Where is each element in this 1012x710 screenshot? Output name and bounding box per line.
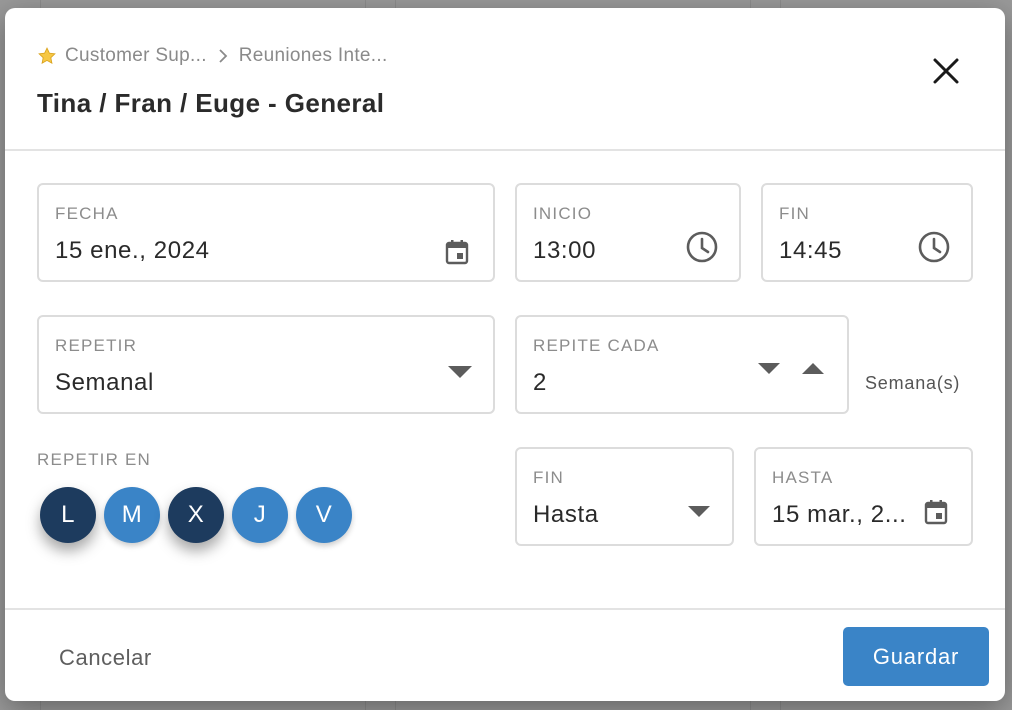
close-icon[interactable] xyxy=(931,56,961,86)
weekday-selector: L M X J V xyxy=(40,487,352,543)
day-toggle-monday[interactable]: L xyxy=(40,487,96,543)
repite-cada-unit: Semana(s) xyxy=(865,373,961,393)
cancel-button[interactable]: Cancelar xyxy=(59,645,152,671)
day-toggle-tuesday[interactable]: M xyxy=(104,487,160,543)
fecha-value[interactable]: 15 ene., 2024 xyxy=(55,237,210,265)
hasta-field[interactable]: HASTA 15 mar., 2... xyxy=(754,447,973,546)
repetir-en-label: REPETIR EN xyxy=(37,450,152,469)
fecha-label: FECHA xyxy=(55,204,119,223)
dialog-title: Tina / Fran / Euge - General xyxy=(37,88,385,118)
fin-repeticion-value[interactable]: Hasta xyxy=(533,501,599,529)
decrement-arrow-icon[interactable] xyxy=(757,362,781,375)
header-divider xyxy=(5,149,1005,151)
calendar-icon[interactable] xyxy=(445,239,469,265)
repite-cada-label: REPITE CADA xyxy=(533,336,660,355)
day-toggle-wednesday[interactable]: X xyxy=(168,487,224,543)
repite-cada-stepper[interactable]: REPITE CADA 2 xyxy=(515,315,849,414)
dropdown-arrow-icon[interactable] xyxy=(687,505,711,518)
star-icon xyxy=(38,47,56,64)
day-toggle-friday[interactable]: V xyxy=(296,487,352,543)
fin-time-field[interactable]: FIN 14:45 xyxy=(761,183,973,282)
footer-divider xyxy=(5,608,1005,610)
clock-icon[interactable] xyxy=(685,230,719,264)
repite-cada-value[interactable]: 2 xyxy=(533,369,547,397)
fecha-field[interactable]: FECHA 15 ene., 2024 xyxy=(37,183,495,282)
dialog-header: Customer Sup... Reuniones Inte... Tina /… xyxy=(5,8,1005,150)
day-toggle-thursday[interactable]: J xyxy=(232,487,288,543)
increment-arrow-icon[interactable] xyxy=(801,362,825,375)
repetir-label: REPETIR xyxy=(55,336,138,355)
fin-repeticion-label: FIN xyxy=(533,468,564,487)
fin-time-value[interactable]: 14:45 xyxy=(779,237,842,265)
inicio-label: INICIO xyxy=(533,204,593,223)
hasta-value[interactable]: 15 mar., 2... xyxy=(772,501,907,529)
calendar-icon[interactable] xyxy=(924,499,948,525)
inicio-field[interactable]: INICIO 13:00 xyxy=(515,183,741,282)
breadcrumb: Customer Sup... Reuniones Inte... xyxy=(37,45,388,67)
chevron-right-icon xyxy=(219,49,228,63)
fin-time-label: FIN xyxy=(779,204,810,223)
clock-icon[interactable] xyxy=(917,230,951,264)
save-button[interactable]: Guardar xyxy=(843,627,989,686)
breadcrumb-parent[interactable]: Customer Sup... xyxy=(65,45,207,67)
event-dialog: Customer Sup... Reuniones Inte... Tina /… xyxy=(5,8,1005,701)
inicio-value[interactable]: 13:00 xyxy=(533,237,596,265)
hasta-label: HASTA xyxy=(772,468,834,487)
fin-repeticion-select[interactable]: FIN Hasta xyxy=(515,447,734,546)
breadcrumb-current[interactable]: Reuniones Inte... xyxy=(239,45,388,67)
dropdown-arrow-icon[interactable] xyxy=(447,365,473,379)
repetir-select[interactable]: REPETIR Semanal xyxy=(37,315,495,414)
repetir-value[interactable]: Semanal xyxy=(55,369,154,397)
